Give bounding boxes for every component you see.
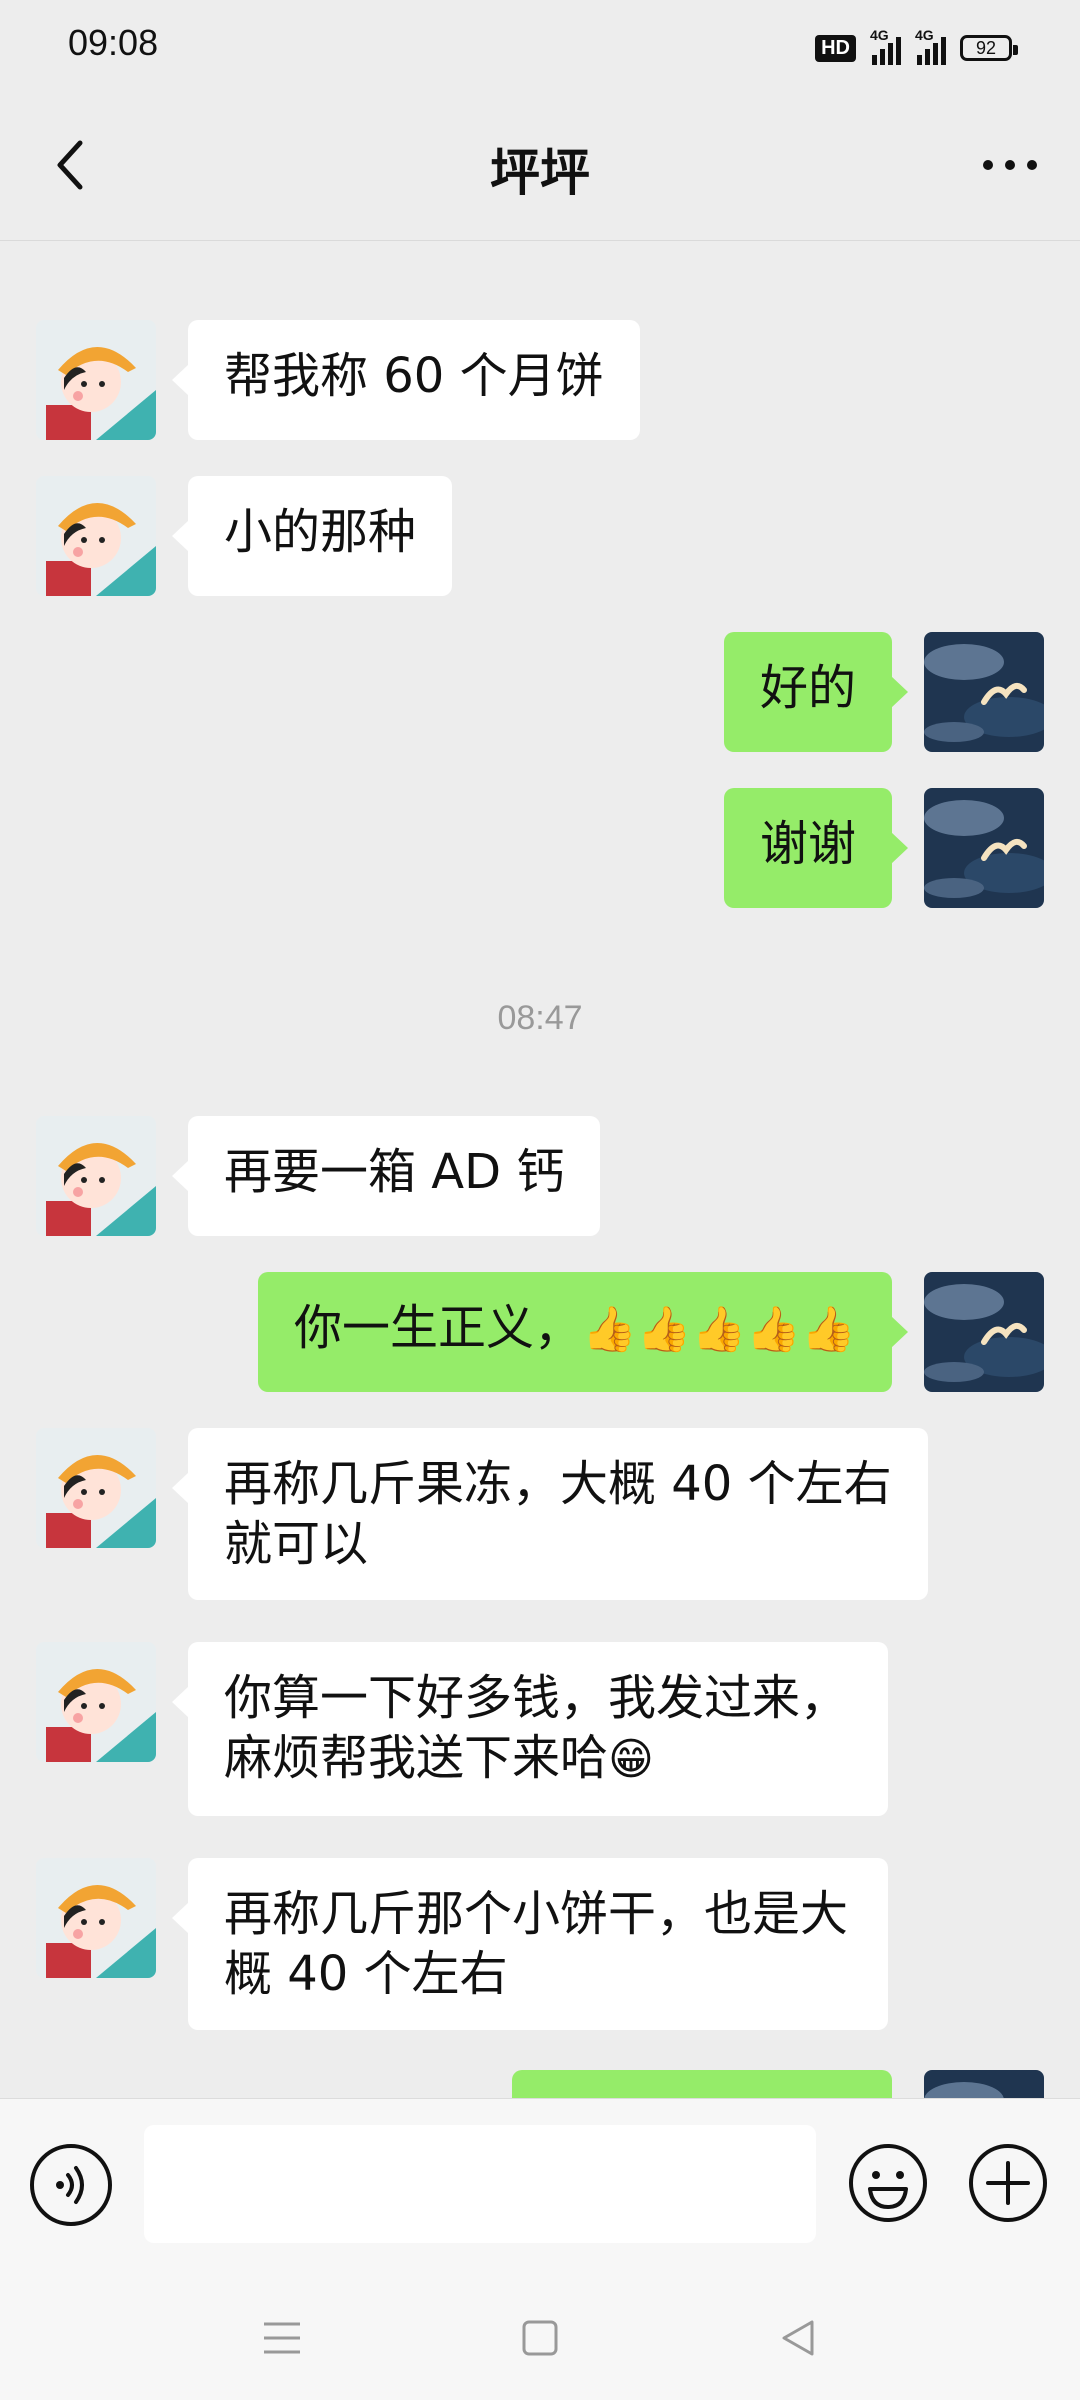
system-nav-bar <box>0 2268 1080 2400</box>
voice-icon <box>56 2166 84 2204</box>
message-bubble[interactable]: 再要一箱 AD 钙 <box>171 1116 601 1236</box>
self-avatar[interactable] <box>924 1272 1044 1392</box>
message-text: 再称几斤那个小饼干，也是大概 40 个左右 <box>224 1886 849 2002</box>
contact-avatar[interactable] <box>36 1642 156 1762</box>
self-avatar[interactable] <box>924 788 1044 908</box>
chat-header: 坪坪 <box>0 95 1080 241</box>
system-back-button[interactable] <box>758 2298 838 2378</box>
message-text: 再要一箱 AD 钙 <box>224 1144 565 1200</box>
contact-avatar[interactable] <box>36 1116 156 1236</box>
contact-avatar[interactable] <box>36 1858 156 1978</box>
voice-button[interactable] <box>30 2144 112 2226</box>
message-text: 你一生正义， <box>294 1300 583 1356</box>
back-triangle-icon <box>782 2320 814 2356</box>
status-bar: 09:08 HD 4G 4G 92 <box>0 0 1080 95</box>
thumbs-up-emoji: 👍👍👍👍👍 <box>582 1304 856 1355</box>
chat-title: 坪坪 <box>490 144 590 202</box>
message-bubble[interactable] <box>512 2070 892 2098</box>
message-text: 好的 <box>759 660 856 716</box>
recent-apps-button[interactable] <box>242 2298 322 2378</box>
message-bubble[interactable]: 再称几斤那个小饼干，也是大概 40 个左右 <box>172 1858 888 2030</box>
message-bubble[interactable]: 帮我称 60 个月饼 <box>172 320 640 440</box>
input-bar <box>0 2098 1080 2269</box>
self-avatar[interactable] <box>924 632 1044 752</box>
home-square-icon <box>522 2320 558 2356</box>
more-actions-button[interactable] <box>966 2141 1050 2225</box>
more-button[interactable] <box>960 125 1060 205</box>
message-bubble[interactable]: 谢谢 <box>723 788 909 908</box>
contact-avatar[interactable] <box>36 1428 156 1548</box>
grin-emoji: 😁 <box>608 1734 654 1785</box>
emoji-button[interactable] <box>846 2141 930 2225</box>
message-bubble[interactable]: 小的那种 <box>171 476 453 596</box>
message-text: 小的那种 <box>224 504 417 560</box>
battery-level: 92 <box>975 37 997 58</box>
message-bubble[interactable]: 再称几斤果冻，大概 40 个左右就可以 <box>172 1428 928 1600</box>
hd-badge: HD <box>815 34 856 62</box>
menu-icon <box>264 2322 300 2354</box>
message-text: 你算一下好多钱，我发过来，麻烦帮我送下来哈 <box>224 1670 849 1786</box>
home-button[interactable] <box>500 2298 580 2378</box>
signal-icon-1: 4G <box>870 27 901 65</box>
battery-icon: 92 <box>960 35 1018 61</box>
self-avatar[interactable] <box>924 2070 1044 2098</box>
message-text: 再称几斤果冻，大概 40 个左右就可以 <box>224 1456 892 1572</box>
status-icons: HD 4G 4G 92 <box>815 27 1018 68</box>
smiley-icon <box>849 2144 927 2222</box>
contact-avatar[interactable] <box>36 320 156 440</box>
status-time: 09:08 <box>68 22 159 63</box>
signal-icon-2: 4G <box>915 27 946 65</box>
contact-avatar[interactable] <box>36 476 156 596</box>
message-bubble[interactable]: 你一生正义，👍👍👍👍👍 <box>258 1272 908 1392</box>
message-text: 帮我称 60 个月饼 <box>224 348 604 404</box>
message-timestamp: 08:47 <box>497 999 583 1037</box>
plus-icon <box>969 2144 1047 2222</box>
more-dots-icon <box>983 160 1037 170</box>
message-bubble[interactable]: 好的 <box>723 632 909 752</box>
message-input[interactable] <box>144 2125 816 2243</box>
message-bubble[interactable]: 你算一下好多钱，我发过来，麻烦帮我送下来哈😁 <box>172 1642 888 1816</box>
message-list[interactable]: 帮我称 60 个月饼 小的那种 好的 谢谢 08:47 再要一箱 AD 钙 你一… <box>0 240 1080 2098</box>
message-text: 谢谢 <box>759 816 856 872</box>
